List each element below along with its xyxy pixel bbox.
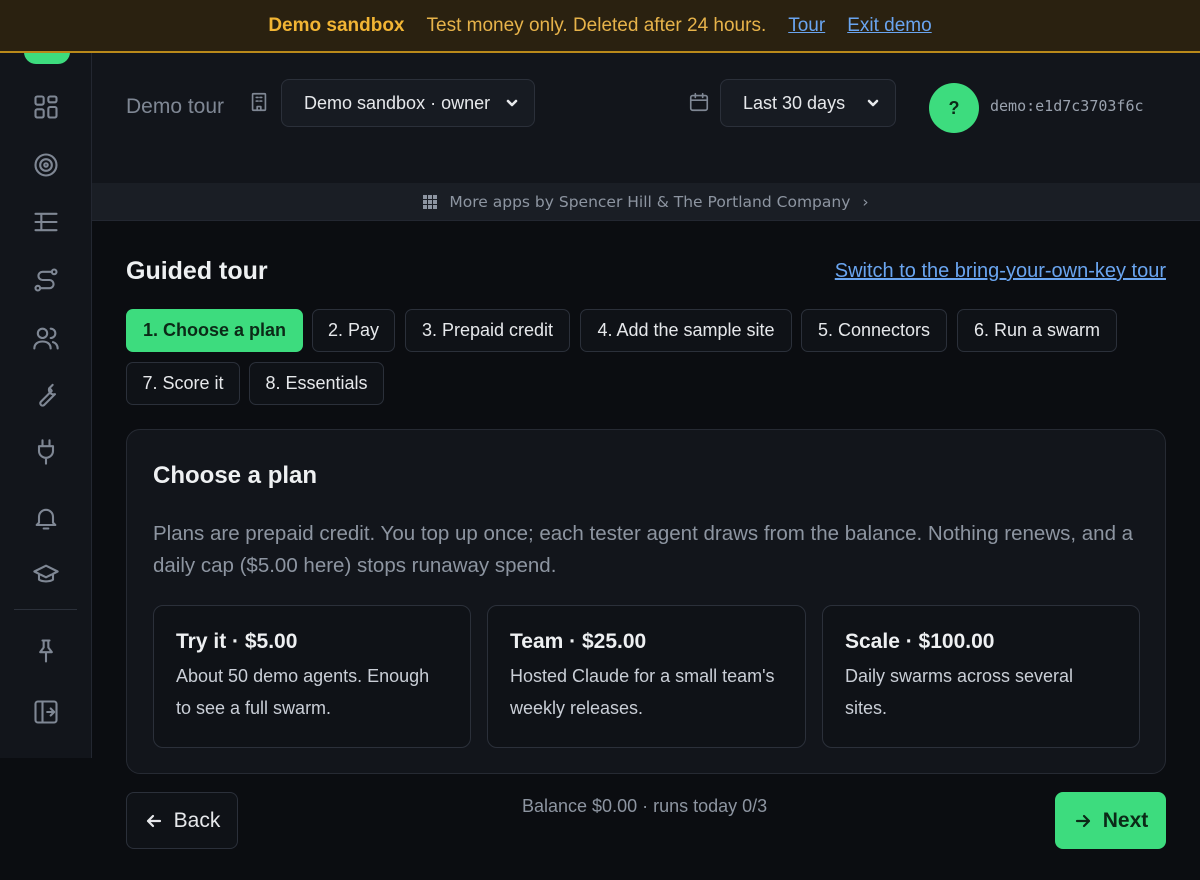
back-button[interactable]: Back [126, 792, 238, 849]
org-select-value: Demo sandbox · owner [304, 92, 491, 113]
sidebar-divider [14, 609, 77, 610]
plan-description: Hosted Claude for a small team's weekly … [510, 666, 775, 718]
step-tab-run-swarm[interactable]: 6. Run a swarm [957, 309, 1117, 352]
step-tab-add-sample-site[interactable]: 4. Add the sample site [580, 309, 792, 352]
page-label: Demo tour [126, 95, 225, 118]
org-select[interactable]: Demo sandbox · owner [281, 79, 535, 127]
card-description: Plans are prepaid credit. You top up onc… [153, 522, 1134, 577]
avatar[interactable]: ? [929, 83, 979, 133]
sidebar [0, 0, 92, 758]
step-tab-connectors[interactable]: 5. Connectors [801, 309, 947, 352]
plan-option-scale[interactable]: Scale · $100.00 Daily swarms across seve… [822, 605, 1140, 748]
more-apps-bar[interactable]: More apps by Spencer Hill & The Portland… [92, 183, 1200, 221]
plan-name: Team · $25.00 [510, 630, 647, 653]
tour-link[interactable]: Tour [788, 15, 825, 37]
plan-card: Choose a plan Plans are prepaid credit. … [126, 429, 1166, 774]
target-icon[interactable] [28, 147, 64, 183]
wrench-icon[interactable] [28, 377, 64, 413]
sign-in-icon[interactable] [28, 694, 64, 730]
list-tree-icon[interactable] [28, 204, 64, 240]
plan-option-try-it[interactable]: Try it · $5.00 About 50 demo agents. Eno… [153, 605, 471, 748]
back-label: Back [173, 808, 221, 832]
step-tab-choose-plan[interactable]: 1. Choose a plan [126, 309, 303, 352]
exit-demo-link[interactable]: Exit demo [847, 15, 931, 37]
calendar-icon [688, 91, 712, 115]
chevron-down-icon [504, 95, 520, 111]
arrow-right-icon [1075, 814, 1090, 827]
dashboard-icon[interactable] [28, 89, 64, 125]
users-icon[interactable] [28, 320, 64, 356]
route-icon[interactable] [28, 262, 64, 298]
bell-icon[interactable] [28, 500, 64, 536]
grid-icon [423, 194, 438, 209]
chevron-right-icon: › [862, 192, 869, 211]
next-label: Next [1102, 808, 1149, 832]
pin-icon[interactable] [28, 633, 64, 669]
step-tab-prepaid-credit[interactable]: 3. Prepaid credit [405, 309, 570, 352]
graduation-cap-icon[interactable] [28, 557, 64, 593]
arrow-left-icon [146, 814, 161, 827]
header: Demo tour Demo sandbox · owner Last 30 d… [92, 53, 1200, 183]
plan-option-team[interactable]: Team · $25.00 Hosted Claude for a small … [487, 605, 806, 748]
chevron-down-icon [865, 95, 881, 111]
step-tab-score-it[interactable]: 7. Score it [126, 362, 240, 405]
plan-description: Daily swarms across several sites. [845, 666, 1074, 718]
banner-title: Demo sandbox [268, 14, 405, 36]
next-button[interactable]: Next [1055, 792, 1166, 849]
banner-message: Test money only. Deleted after 24 hours. [426, 14, 767, 36]
card-title: Choose a plan [153, 462, 318, 489]
building-icon [248, 91, 272, 115]
plan-name: Try it · $5.00 [176, 630, 298, 653]
step-tab-essentials[interactable]: 8. Essentials [249, 362, 384, 405]
plug-icon[interactable] [28, 434, 64, 470]
date-range-value: Last 30 days [743, 92, 846, 113]
step-tab-pay[interactable]: 2. Pay [312, 309, 395, 352]
date-range-select[interactable]: Last 30 days [720, 79, 896, 127]
section-title: Guided tour [126, 257, 268, 285]
demo-banner: Demo sandbox Test money only. Deleted af… [0, 0, 1200, 53]
switch-tour-link[interactable]: Switch to the bring-your-own-key tour [835, 260, 1166, 283]
plan-name: Scale · $100.00 [845, 630, 995, 653]
plan-description: About 50 demo agents. Enough to see a fu… [176, 666, 430, 718]
balance-status: Balance $0.00 · runs today 0/3 [522, 796, 768, 816]
user-id: demo:e1d7c3703f6c [990, 97, 1144, 115]
more-apps-text: More apps by Spencer Hill & The Portland… [449, 192, 851, 211]
